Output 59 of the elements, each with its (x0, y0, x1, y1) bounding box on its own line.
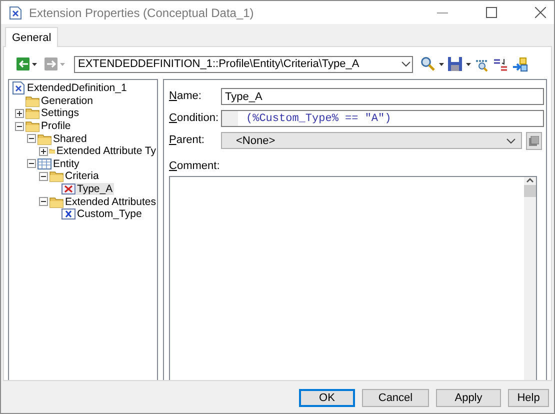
caret-icon[interactable] (32, 62, 37, 66)
condition-field[interactable]: (%Custom_Type% == "A") (221, 110, 544, 127)
window-title: Extension Properties (Conceptual Data_1) (29, 6, 255, 20)
dialog-button[interactable]: OK (299, 389, 355, 407)
export-icon[interactable] (512, 56, 528, 72)
chevron-icon (505, 136, 517, 144)
scroll-thumb[interactable] (524, 185, 536, 197)
tree-item[interactable]: ExtendedDefinition_1 (26, 82, 128, 94)
folder-icon (49, 194, 64, 209)
collapse-icon[interactable] (39, 197, 48, 206)
attribute-icon (61, 207, 76, 222)
back-arrow-icon[interactable] (16, 57, 30, 71)
tree-item[interactable]: Criteria (64, 170, 100, 182)
tree-item[interactable]: Shared (52, 132, 88, 145)
dialog-button[interactable]: Apply (436, 389, 501, 407)
table-icon (37, 156, 52, 171)
field-label: Parent: (169, 134, 206, 147)
collapse-icon[interactable] (27, 134, 36, 144)
tab[interactable]: General (5, 27, 58, 47)
tree-item[interactable]: Type_A (76, 183, 114, 196)
name-field[interactable]: Type_A (221, 88, 544, 105)
folder-icon (25, 106, 40, 120)
tree-item[interactable]: Settings (40, 107, 80, 120)
caret-icon[interactable] (439, 62, 444, 66)
tree-item[interactable]: Profile (40, 120, 72, 132)
criterion-icon (61, 182, 76, 196)
comment-field[interactable] (169, 176, 537, 380)
parent-combobox[interactable]: <None> (221, 132, 522, 149)
folder-icon (25, 119, 40, 134)
properties-button[interactable] (526, 132, 542, 150)
window-icon (529, 136, 539, 146)
close-icon[interactable] (535, 7, 546, 18)
search-icon[interactable] (420, 56, 436, 72)
collapse-icon[interactable] (15, 122, 24, 131)
maximize-icon[interactable] (486, 7, 497, 18)
field-label: Comment: (169, 160, 220, 173)
tree-item[interactable]: Extended Attribute Ty (55, 145, 157, 158)
expand-icon[interactable] (15, 108, 24, 118)
scroll-up-icon (526, 177, 534, 183)
scrollbar[interactable] (524, 177, 536, 380)
collapse-icon[interactable] (39, 172, 48, 181)
tree-item[interactable]: Custom_Type (76, 208, 143, 220)
document-icon (11, 81, 26, 96)
expand-icon[interactable] (39, 146, 48, 156)
tree-item[interactable]: Generation (40, 94, 94, 107)
dialog-button[interactable]: Help (508, 389, 549, 407)
dialog-button[interactable]: Cancel (362, 389, 429, 407)
path-combobox[interactable]: EXTENDEDDEFINITION_1::Profile\Entity\Criteria\Type_A (74, 56, 413, 72)
field-label: Name: (169, 90, 202, 103)
field-label: Condition: (169, 112, 220, 125)
chevron-icon (400, 60, 412, 68)
caret-icon[interactable] (466, 62, 471, 66)
tree-item[interactable]: Entity (52, 158, 80, 170)
tree-item[interactable]: Extended Attributes (64, 196, 157, 208)
folder-icon (49, 169, 64, 184)
replace-icon[interactable] (493, 56, 509, 72)
folder-icon (25, 94, 40, 108)
collapse-icon[interactable] (27, 159, 36, 168)
app-icon (8, 6, 22, 20)
